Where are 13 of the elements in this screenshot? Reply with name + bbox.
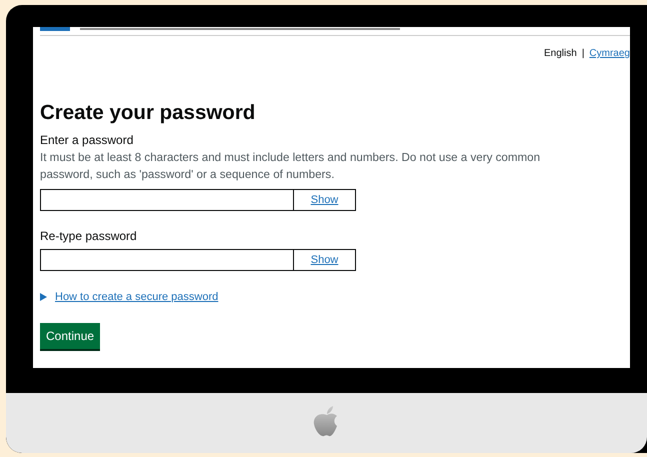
field-hint: It must be at least 8 characters and must include letters and numbers. Do not use a very common password, such as 'password' or a sequence of numbers. [40, 150, 542, 183]
field-label: Enter a password [40, 133, 134, 147]
field-label: Re-type password [40, 229, 138, 243]
password-field[interactable]: Show [40, 189, 356, 211]
phase-tag [40, 27, 70, 31]
continue-button[interactable]: Continue [40, 323, 100, 349]
details-link[interactable]: How to create a secure password [55, 291, 218, 303]
language-link[interactable]: Cymraeg [589, 48, 630, 59]
page-heading: Create your password [40, 101, 256, 125]
language-link[interactable]: English [544, 48, 577, 59]
disclosure-triangle-icon[interactable] [40, 293, 47, 301]
separator: | [582, 48, 584, 59]
password-field[interactable]: Show [40, 249, 356, 271]
